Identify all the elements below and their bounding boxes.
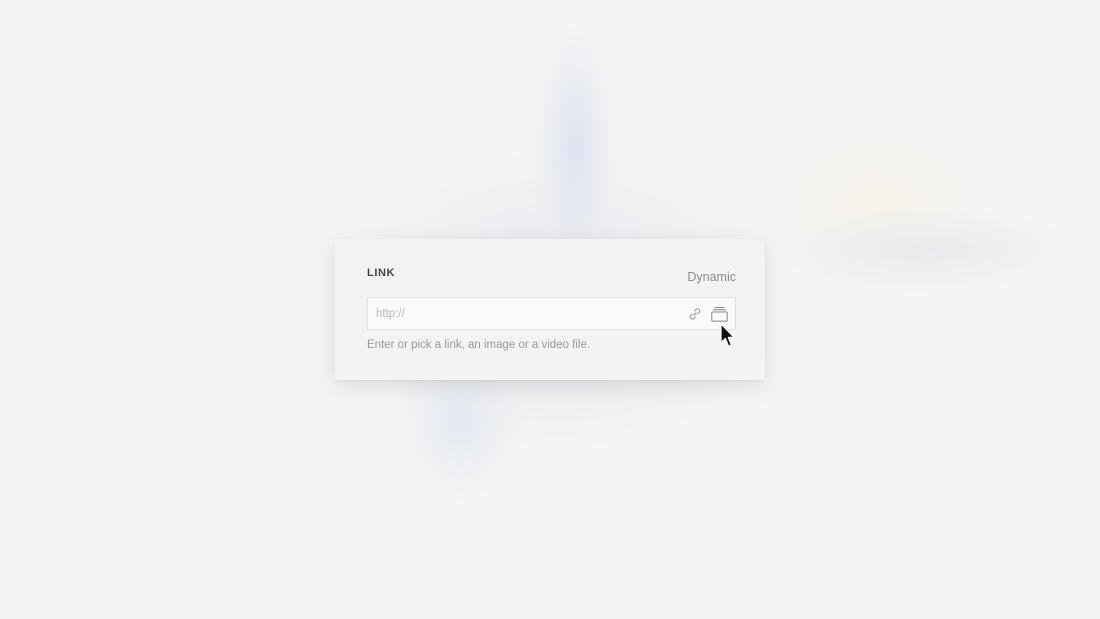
dynamic-toggle[interactable]: Dynamic: [687, 270, 736, 284]
media-library-icon[interactable]: [711, 306, 728, 322]
link-icon[interactable]: [688, 307, 702, 321]
link-label: LINK: [367, 267, 396, 279]
link-settings-card: LINK Dynamic Enter or pick a link, an im…: [335, 239, 765, 380]
url-input[interactable]: [368, 298, 676, 329]
url-field: [367, 297, 736, 330]
help-text: Enter or pick a link, an image or a vide…: [367, 339, 591, 351]
